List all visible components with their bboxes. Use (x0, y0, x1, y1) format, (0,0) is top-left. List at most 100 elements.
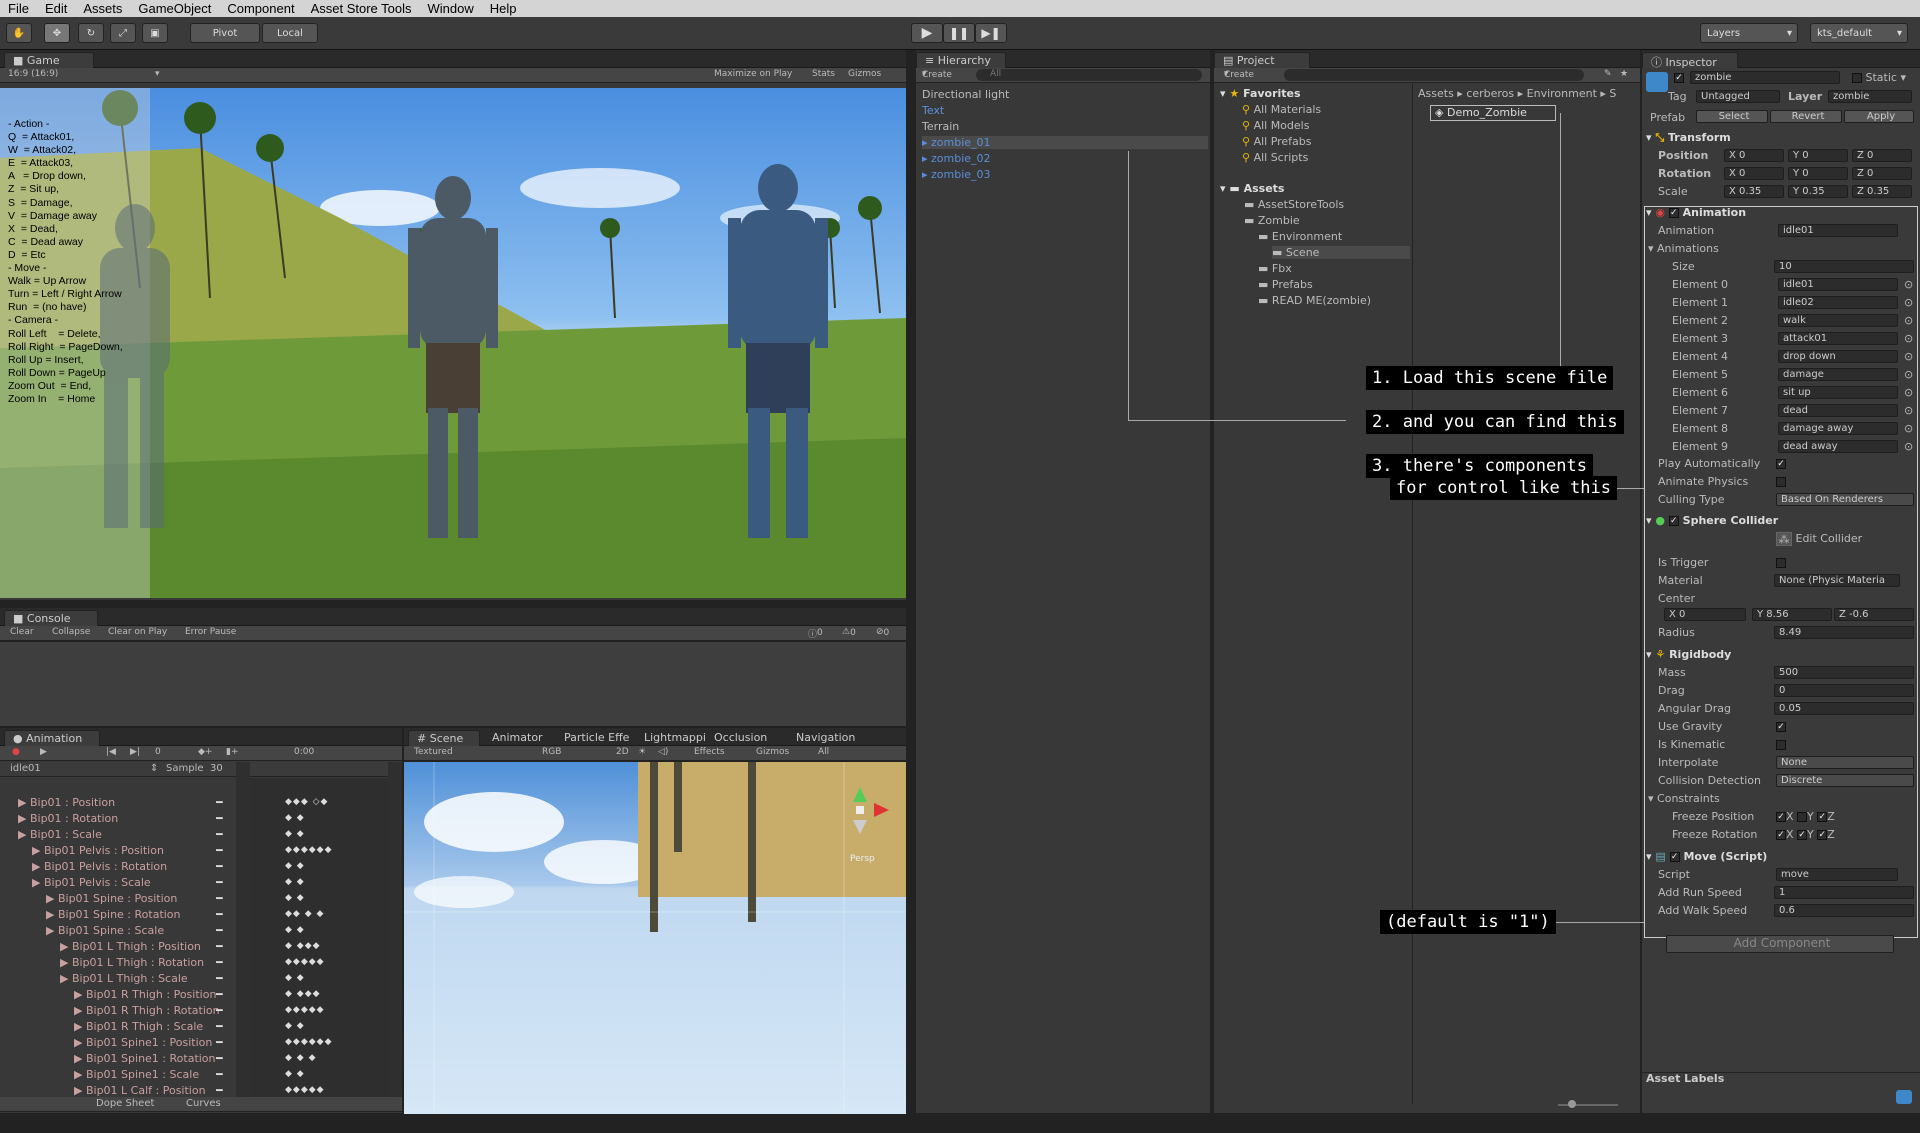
rotation-y-field[interactable]: Y 0 (1788, 167, 1848, 180)
scene-gizmos-dropdown[interactable]: Gizmos (756, 747, 789, 757)
tab-scene[interactable]: # Scene (408, 730, 480, 746)
hierarchy-item[interactable]: ▸ zombie_01 (922, 136, 1208, 149)
menu-assets[interactable]: Assets (75, 1, 130, 16)
curve-remove-icon[interactable]: ━ (216, 1020, 223, 1033)
menu-gameobject[interactable]: GameObject (130, 1, 219, 16)
record-icon[interactable]: ● (12, 747, 20, 757)
hierarchy-item[interactable]: ▸ zombie_03 (922, 168, 1208, 181)
animation-element-field[interactable]: drop down (1778, 350, 1898, 363)
curve-remove-icon[interactable]: ━ (216, 796, 223, 809)
curve-remove-icon[interactable]: ━ (216, 1004, 223, 1017)
curve-remove-icon[interactable]: ━ (216, 956, 223, 969)
object-name-field[interactable]: zombie (1690, 71, 1840, 84)
anim-curve-row[interactable]: ▶ Bip01 L Thigh : Rotation (60, 956, 204, 969)
aspect-dropdown[interactable]: 16:9 (16:9) (8, 69, 58, 79)
tab-inspector[interactable]: ⓘ Inspector (1642, 52, 1738, 69)
tab-project[interactable]: ▤ Project (1214, 52, 1310, 68)
pause-icon[interactable]: ❚❚ (943, 23, 975, 43)
favorite-item[interactable]: ⚲ All Materials (1242, 103, 1321, 116)
anim-curve-row[interactable]: ▶ Bip01 Spine : Rotation (46, 908, 181, 921)
animate-physics-checkbox[interactable] (1776, 475, 1786, 488)
dopesheet-area[interactable] (250, 778, 390, 1098)
tab-hierarchy[interactable]: ≡ Hierarchy (916, 52, 1006, 68)
console-error-icon[interactable]: ⊘ 0 (876, 627, 889, 638)
object-picker-icon[interactable]: ⊙ (1904, 314, 1913, 327)
curve-remove-icon[interactable]: ━ (216, 812, 223, 825)
game-viewport[interactable]: - Action -Q = Attack01, W = Attack02, E = … (0, 88, 906, 598)
animation-element-field[interactable]: dead away (1778, 440, 1898, 453)
center-x-field[interactable]: X 0 (1664, 608, 1746, 621)
sample-field[interactable]: 30 (210, 763, 223, 774)
menu-component[interactable]: Component (219, 1, 302, 16)
rotate-tool-icon[interactable]: ↻ (78, 23, 104, 43)
rigidbody-field-value[interactable]: 0.05 (1774, 702, 1914, 715)
animation-element-field[interactable]: walk (1778, 314, 1898, 327)
animation-element-field[interactable]: dead (1778, 404, 1898, 417)
animation-element-field[interactable]: idle01 (1778, 278, 1898, 291)
effects-dropdown[interactable]: Effects (694, 747, 725, 757)
keyframe-row[interactable]: ◆ ◆ (285, 973, 305, 983)
physic-material-field[interactable]: None (Physic Materia (1774, 574, 1900, 587)
tab-lightmapping[interactable]: Lightmappi (636, 730, 714, 746)
collision-detection-dropdown[interactable]: Discrete (1776, 774, 1914, 787)
console-warning-icon[interactable]: ⚠ 0 (842, 627, 856, 638)
layout-dropdown[interactable]: kts_default ▾ (1810, 23, 1908, 43)
asset-tree-item[interactable]: ▬ Fbx (1258, 262, 1292, 275)
animation-element-field[interactable]: damage (1778, 368, 1898, 381)
tab-particle-effect[interactable]: Particle Effe (556, 730, 637, 746)
asset-tree-item[interactable]: ▬ Environment (1258, 230, 1342, 243)
curve-remove-icon[interactable]: ━ (216, 876, 223, 889)
constraints-foldout[interactable]: ▾ Constraints (1648, 792, 1720, 805)
menu-help[interactable]: Help (482, 1, 525, 16)
add-component-button[interactable]: Add Component (1666, 935, 1894, 953)
object-picker-icon[interactable]: ⊙ (1904, 278, 1913, 291)
anim-vscroll[interactable] (236, 762, 250, 1102)
add-walk-speed-field[interactable]: 0.6 (1774, 904, 1914, 917)
anim-curve-row[interactable]: ▶ Bip01 Spine1 : Rotation (74, 1052, 216, 1065)
keyframe-row[interactable]: ◆ ◆ (285, 1069, 305, 1079)
keyframe-row[interactable]: ◆◆◆◆◆ (285, 1005, 325, 1015)
prefab-revert-button[interactable]: Revert (1770, 110, 1842, 123)
prefab-apply-button[interactable]: Apply (1844, 110, 1914, 123)
hierarchy-item[interactable]: Directional light (922, 88, 1208, 101)
asset-tree-item[interactable]: ▬ Zombie (1244, 214, 1300, 227)
hierarchy-create-dropdown[interactable]: Create ▾ (922, 69, 952, 80)
position-z-field[interactable]: Z 0 (1852, 149, 1912, 162)
favorite-item[interactable]: ⚲ All Models (1242, 119, 1309, 132)
assets-header[interactable]: ▾ ▬ Assets (1220, 182, 1284, 195)
scale-tool-icon[interactable]: ⤢ (110, 23, 136, 43)
script-field[interactable]: move (1776, 868, 1898, 881)
object-picker-icon[interactable]: ⊙ (1904, 440, 1913, 453)
asset-tree-item[interactable]: ▬ Scene (1272, 246, 1410, 259)
animation-component-header[interactable]: ▾ ◉ ✓ Animation (1646, 206, 1916, 222)
hierarchy-item[interactable]: Text (922, 104, 1208, 117)
curve-remove-icon[interactable]: ━ (216, 1084, 223, 1097)
animation-element-field[interactable]: damage away (1778, 422, 1898, 435)
keyframe-row[interactable]: ◆◆◆ ◇◆ (285, 797, 328, 807)
hierarchy-search-input[interactable]: All (976, 69, 1202, 81)
is-trigger-checkbox[interactable] (1776, 556, 1786, 569)
maximize-on-play-button[interactable]: Maximize on Play (714, 69, 792, 79)
play-icon[interactable]: ▶ (911, 23, 943, 43)
lighting-toggle-icon[interactable]: ☀ (638, 747, 646, 757)
hand-tool-icon[interactable]: ✋ (6, 23, 32, 43)
animation-element-field[interactable]: idle02 (1778, 296, 1898, 309)
center-z-field[interactable]: Z -0.6 (1834, 608, 1914, 621)
pivot-button[interactable]: Pivot (190, 23, 260, 43)
console-clear-on-play-button[interactable]: Clear on Play (108, 627, 167, 637)
object-picker-icon[interactable]: ⊙ (1904, 332, 1913, 345)
scale-x-field[interactable]: X 0.35 (1724, 185, 1784, 198)
animations-foldout[interactable]: ▾ Animations (1648, 242, 1719, 255)
local-button[interactable]: Local (262, 23, 318, 43)
menu-edit[interactable]: Edit (37, 1, 75, 16)
scene-search-input[interactable]: All (818, 747, 829, 757)
anim-curve-row[interactable]: ▶ Bip01 R Thigh : Scale (74, 1020, 203, 1033)
freeze-rotation-checks[interactable]: ✓X ✓Y ✓Z (1776, 828, 1835, 841)
keyframe-row[interactable]: ◆ ◆ (285, 925, 305, 935)
object-picker-icon[interactable]: ⊙ (1904, 296, 1913, 309)
curve-remove-icon[interactable]: ━ (216, 908, 223, 921)
clip-dropdown[interactable]: idle01 (10, 763, 41, 774)
anim-curve-row[interactable]: ▶ Bip01 Spine : Scale (46, 924, 164, 937)
keyframe-row[interactable]: ◆ ◆ (285, 829, 305, 839)
animation-clip-field[interactable]: idle01 (1778, 224, 1898, 237)
